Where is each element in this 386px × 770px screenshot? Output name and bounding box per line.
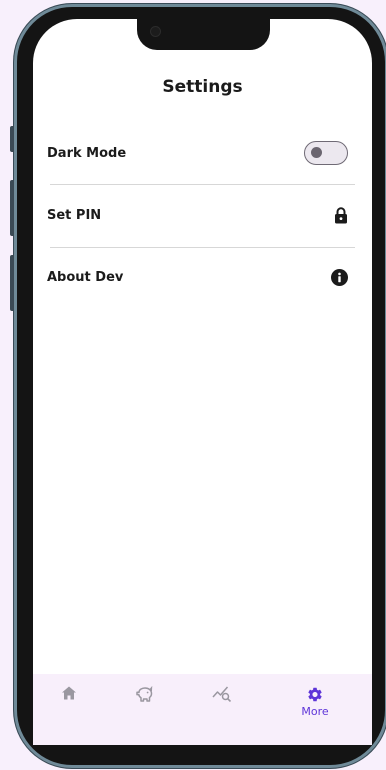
- piggy-bank-icon: [136, 686, 153, 702]
- setting-label-set-pin: Set PIN: [47, 208, 102, 223]
- setting-label-about-dev: About Dev: [47, 270, 124, 285]
- gear-icon: [308, 687, 322, 702]
- divider: [50, 184, 355, 185]
- dark-mode-toggle[interactable]: [304, 141, 348, 165]
- toggle-knob: [311, 147, 322, 158]
- nav-item-savings[interactable]: [115, 674, 175, 730]
- nav-item-home[interactable]: [39, 674, 99, 730]
- lock-icon: [334, 207, 348, 228]
- setting-row-set-pin[interactable]: Set PIN: [47, 202, 350, 232]
- divider: [50, 247, 355, 248]
- chart-search-icon: [212, 686, 232, 702]
- page-title: Settings: [162, 77, 243, 97]
- setting-row-dark-mode[interactable]: Dark Mode: [47, 140, 350, 170]
- camera-icon: [150, 26, 161, 37]
- info-icon: [331, 269, 348, 290]
- side-button-silent: [10, 126, 14, 152]
- bottom-nav: More: [33, 674, 372, 745]
- setting-label-dark-mode: Dark Mode: [47, 146, 127, 161]
- nav-label-more: More: [301, 705, 329, 718]
- app-screen: [33, 19, 372, 745]
- home-icon: [62, 686, 76, 700]
- nav-item-more[interactable]: More: [285, 674, 345, 730]
- side-button-volume-up: [10, 180, 14, 236]
- setting-row-about-dev[interactable]: About Dev: [47, 264, 350, 294]
- side-button-volume-down: [10, 255, 14, 311]
- nav-item-analytics[interactable]: [193, 674, 253, 730]
